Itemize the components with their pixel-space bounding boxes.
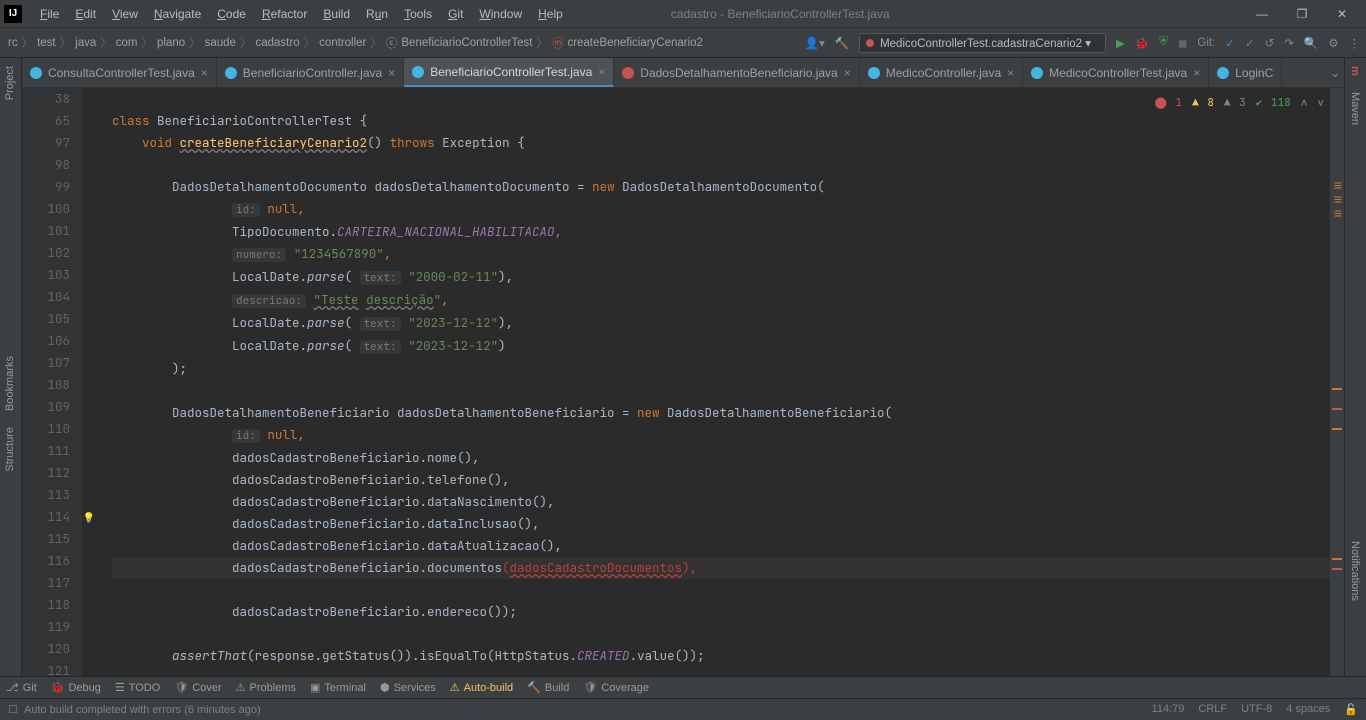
tab-medico-controller[interactable]: MedicoController.java× <box>860 58 1023 87</box>
coverage-tool[interactable]: 🛡 Coverage <box>583 681 649 694</box>
run-config-selector[interactable]: MedicoControllerTest.cadastraCenario2 ▾ <box>859 33 1106 53</box>
tab-medico-controller-test[interactable]: MedicoControllerTest.java× <box>1023 58 1209 87</box>
autobuild-tool[interactable]: ⚠ Auto-build <box>450 681 513 694</box>
app-logo: IJ <box>4 5 22 23</box>
maven-tool[interactable]: Maven <box>1345 84 1365 133</box>
close-icon[interactable]: × <box>844 66 851 80</box>
bottom-toolbar: ⎇ Git 🐞 Debug ☰ TODO 🛡 Cover ⚠ Problems … <box>0 676 1366 698</box>
menu-refactor[interactable]: Refactor <box>254 7 315 21</box>
crumb[interactable]: test <box>35 37 58 49</box>
close-icon[interactable]: × <box>201 66 208 80</box>
structure-tool[interactable]: Structure <box>0 419 20 480</box>
maven-tool[interactable]: m <box>1345 58 1365 84</box>
menu-edit[interactable]: Edit <box>67 7 104 21</box>
cover-tool[interactable]: 🛡 Cover <box>174 681 221 694</box>
code-content[interactable]: ⬤ 1 ▲ 8 ▲ 3 ✔ 118 ∧∨ class BeneficiarioC… <box>82 88 1330 690</box>
stop-button[interactable]: ◼ <box>1178 36 1188 50</box>
menu-code[interactable]: Code <box>209 7 254 21</box>
close-icon[interactable]: × <box>1193 66 1200 80</box>
file-encoding[interactable]: UTF-8 <box>1241 703 1272 716</box>
crumb[interactable]: saude <box>203 37 238 49</box>
menu-help[interactable]: Help <box>530 7 571 21</box>
services-tool[interactable]: ⬢ Services <box>380 681 436 694</box>
right-sidebar: m Maven Notifications <box>1344 58 1366 690</box>
crumb[interactable]: createBeneficiaryCenario2 <box>565 37 705 49</box>
bookmarks-tool[interactable]: Bookmarks <box>0 348 20 419</box>
tab-login[interactable]: LoginC <box>1209 58 1282 87</box>
menu-view[interactable]: View <box>104 7 146 21</box>
minimize-button[interactable]: — <box>1242 7 1282 21</box>
status-icon[interactable]: ☐ <box>8 703 18 716</box>
menu-git[interactable]: Git <box>440 7 471 21</box>
tab-consulta[interactable]: ConsultaControllerTest.java× <box>22 58 217 87</box>
maximize-button[interactable]: ❐ <box>1282 7 1322 21</box>
crumb[interactable]: java <box>73 37 98 49</box>
tab-dados-detalhamento[interactable]: DadosDetalhamentoBeneficiario.java× <box>614 58 859 87</box>
notifications-tool[interactable]: Notifications <box>1345 533 1365 609</box>
close-icon[interactable]: × <box>598 65 605 79</box>
debug-tool[interactable]: 🐞 Debug <box>51 681 101 694</box>
close-icon[interactable]: × <box>388 66 395 80</box>
readonly-icon[interactable]: 🔓 <box>1344 703 1358 716</box>
menu-file[interactable]: File <box>32 7 67 21</box>
code-with-me-icon[interactable]: 👤▾ <box>805 36 825 50</box>
editor[interactable]: 3865 979899 100101102 103104105 10610710… <box>22 88 1344 690</box>
crumb[interactable]: BeneficiarioControllerTest <box>399 37 534 49</box>
git-label: Git: <box>1197 37 1215 49</box>
status-message: Auto build completed with errors (6 minu… <box>24 704 261 716</box>
crumb[interactable]: rc <box>6 37 20 49</box>
build-icon[interactable]: 🔨 <box>835 36 849 50</box>
settings-icon[interactable]: ⚙ <box>1328 36 1338 50</box>
indent[interactable]: 4 spaces <box>1286 703 1330 716</box>
class-icon <box>30 67 42 79</box>
menu-build[interactable]: Build <box>315 7 358 21</box>
menubar: IJ File Edit View Navigate Code Refactor… <box>0 0 1366 28</box>
window-title: cadastro - BeneficiarioControllerTest.ja… <box>671 7 890 21</box>
gutter[interactable]: 3865 979899 100101102 103104105 10610710… <box>22 88 82 690</box>
git-update-icon[interactable]: ✓ <box>1225 36 1235 50</box>
build-tool[interactable]: 🔨 Build <box>527 681 569 694</box>
menu-navigate[interactable]: Navigate <box>146 7 209 21</box>
class-icon <box>868 67 880 79</box>
line-separator[interactable]: CRLF <box>1198 703 1227 716</box>
menu-tools[interactable]: Tools <box>396 7 440 21</box>
more-icon[interactable]: ⋮ <box>1349 36 1361 50</box>
project-tool[interactable]: Project <box>0 58 20 108</box>
coverage-button[interactable]: ⛨ <box>1159 36 1168 49</box>
class-icon <box>225 67 237 79</box>
crumb[interactable]: plano <box>155 37 187 49</box>
breadcrumb[interactable]: rc〉 test〉 java〉 com〉 plano〉 saude〉 cadas… <box>6 35 705 51</box>
left-sidebar: Project Bookmarks Structure <box>0 58 22 690</box>
problems-tool[interactable]: ⚠ Problems <box>236 681 296 694</box>
todo-tool[interactable]: ☰ TODO <box>115 681 160 694</box>
toolbar: rc〉 test〉 java〉 com〉 plano〉 saude〉 cadas… <box>0 28 1366 58</box>
git-commit-icon[interactable]: ✓ <box>1245 36 1255 50</box>
search-icon[interactable]: 🔍 <box>1304 36 1318 50</box>
close-button[interactable]: ✕ <box>1322 7 1362 21</box>
git-history-icon[interactable]: ↺ <box>1265 36 1275 50</box>
error-stripe[interactable]: ≡≡≡ <box>1330 88 1344 690</box>
terminal-tool[interactable]: ▣ Terminal <box>310 681 366 694</box>
class-icon <box>1217 67 1229 79</box>
close-icon[interactable]: × <box>1007 66 1014 80</box>
menu-run[interactable]: Run <box>358 7 396 21</box>
class-icon <box>412 66 424 78</box>
git-tool[interactable]: ⎇ Git <box>6 681 37 694</box>
crumb[interactable]: com <box>114 37 140 49</box>
menu-window[interactable]: Window <box>471 7 530 21</box>
statusbar: ☐ Auto build completed with errors (6 mi… <box>0 698 1366 720</box>
class-icon <box>1031 67 1043 79</box>
crumb[interactable]: cadastro <box>253 37 301 49</box>
caret-position[interactable]: 114:79 <box>1152 703 1185 716</box>
debug-button[interactable]: 🐞 <box>1135 36 1149 50</box>
tabs-dropdown-icon[interactable]: ⌄ <box>1330 66 1340 80</box>
git-rollback-icon[interactable]: ↷ <box>1284 36 1294 50</box>
tab-beneficiario-controller[interactable]: BeneficiarioController.java× <box>217 58 404 87</box>
record-icon <box>622 67 634 79</box>
run-button[interactable]: ▶ <box>1116 36 1125 50</box>
editor-tabs: ConsultaControllerTest.java× Beneficiari… <box>0 58 1366 88</box>
crumb[interactable]: controller <box>317 37 368 49</box>
inspection-widget[interactable]: ⬤ 1 ▲ 8 ▲ 3 ✔ 118 ∧∨ <box>1155 92 1324 114</box>
tab-beneficiario-controller-test[interactable]: BeneficiarioControllerTest.java× <box>404 58 614 87</box>
